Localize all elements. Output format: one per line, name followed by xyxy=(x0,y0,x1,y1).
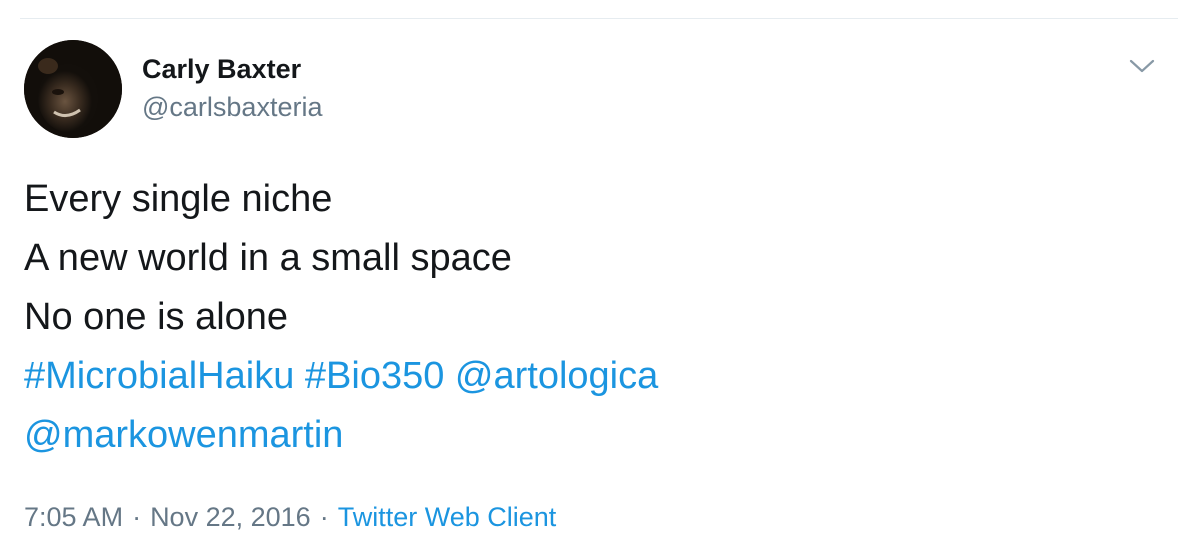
tweet-mention-line: @markowenmartin xyxy=(24,406,1144,465)
hashtag-bio350-link[interactable]: #Bio350 xyxy=(305,355,444,397)
meta-separator: · xyxy=(319,502,329,532)
tweet-links-line: #MicrobialHaiku #Bio350 @artologica xyxy=(24,347,1144,406)
meta-separator: · xyxy=(132,502,142,532)
tweet-line-3: No one is alone xyxy=(24,296,289,338)
author-handle[interactable]: @carlsbaxteria xyxy=(142,90,322,124)
mention-markowenmartin-link[interactable]: @markowenmartin xyxy=(24,414,343,456)
tweet-meta: 7:05 AM · Nov 22, 2016 · Twitter Web Client xyxy=(24,498,556,536)
mention-artologica-link[interactable]: @artologica xyxy=(455,355,658,397)
tweet-line-1: Every single niche xyxy=(24,178,333,220)
tweet-line-2: A new world in a small space xyxy=(24,237,512,279)
more-options-button[interactable] xyxy=(1124,48,1160,84)
chevron-down-icon xyxy=(1129,59,1155,73)
hashtag-microbialhaiku-link[interactable]: #MicrobialHaiku xyxy=(24,355,294,397)
tweet-text: Every single niche A new world in a smal… xyxy=(24,170,1144,465)
top-divider xyxy=(20,18,1178,19)
avatar[interactable] xyxy=(24,40,122,138)
tweet-time[interactable]: 7:05 AM xyxy=(24,502,123,532)
tweet-date[interactable]: Nov 22, 2016 xyxy=(150,502,311,532)
author-display-name[interactable]: Carly Baxter xyxy=(142,52,301,86)
avatar-image xyxy=(24,40,122,138)
tweet-source-link[interactable]: Twitter Web Client xyxy=(338,502,557,532)
